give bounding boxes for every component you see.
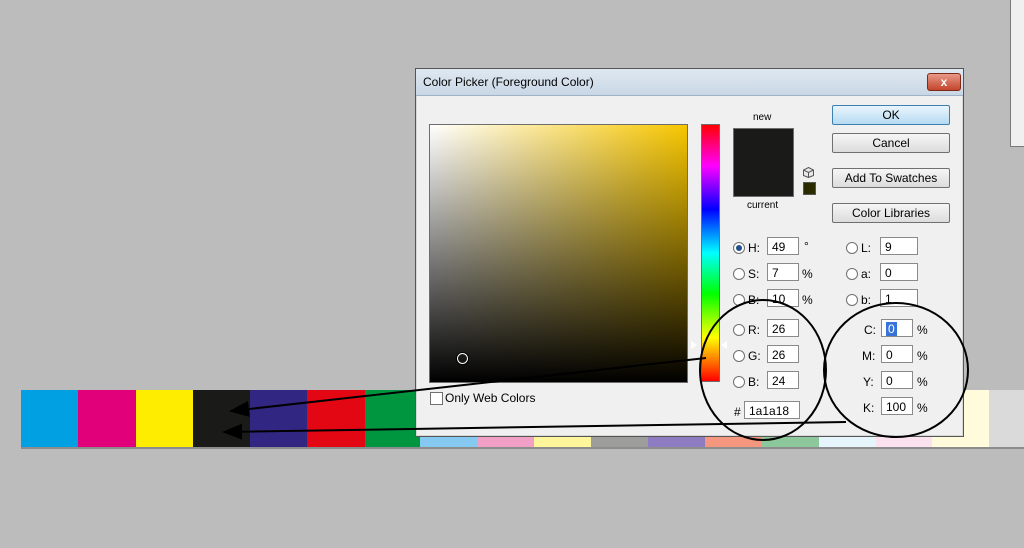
label-m: M: <box>862 349 876 363</box>
label-g: G: <box>748 349 761 363</box>
unit-m: % <box>917 349 928 363</box>
unit-k: % <box>917 401 928 415</box>
field-l[interactable]: 9 <box>880 237 918 255</box>
radio-s[interactable] <box>733 268 745 280</box>
field-g[interactable]: 26 <box>767 345 799 363</box>
field-m[interactable]: 0 <box>881 345 913 363</box>
field-brightness[interactable]: 10 <box>767 289 799 307</box>
label-y: Y: <box>863 375 874 389</box>
field-lab-b[interactable]: 1 <box>880 289 918 307</box>
radio-lab-b[interactable] <box>846 294 858 306</box>
unit-h: ° <box>804 239 809 253</box>
swatch-right-2 <box>989 390 1024 448</box>
close-button[interactable]: x <box>927 73 961 91</box>
label-h: H: <box>748 241 760 255</box>
current-color-label: current <box>747 200 779 211</box>
swatch-top-1 <box>21 390 79 448</box>
label-blue: B: <box>748 375 760 389</box>
swatch-top-4 <box>192 390 251 448</box>
field-h[interactable]: 49 <box>767 237 799 255</box>
field-r[interactable]: 26 <box>767 319 799 337</box>
color-picker-dialog: Color Picker (Foreground Color) x new cu… <box>415 68 964 437</box>
label-r: R: <box>748 323 760 337</box>
field-c[interactable]: 0 <box>881 319 913 337</box>
swatch-strip-shadow <box>21 447 1024 449</box>
dialog-titlebar[interactable]: Color Picker (Foreground Color) x <box>416 69 963 96</box>
slider-left-arrow-icon[interactable] <box>691 341 697 349</box>
only-web-colors-checkbox[interactable] <box>430 392 443 405</box>
unit-c: % <box>917 323 928 337</box>
add-to-swatches-button[interactable]: Add To Swatches <box>832 168 950 188</box>
radio-g[interactable] <box>733 350 745 362</box>
ok-button[interactable]: OK <box>832 105 950 125</box>
radio-brightness[interactable] <box>733 294 745 306</box>
hex-prefix-label: # <box>734 405 741 419</box>
current-color-swatch[interactable] <box>733 162 794 197</box>
cancel-button[interactable]: Cancel <box>832 133 950 153</box>
new-color-label: new <box>753 112 772 123</box>
radio-a[interactable] <box>846 268 858 280</box>
field-y[interactable]: 0 <box>881 371 913 389</box>
field-c-selected-text: 0 <box>886 322 897 336</box>
new-color-swatch <box>733 128 794 163</box>
label-brightness: B: <box>748 293 760 307</box>
label-a: a: <box>861 267 872 281</box>
swatch-top-3 <box>135 390 193 448</box>
hex-field[interactable]: 1a1a18 <box>744 401 800 419</box>
field-a[interactable]: 0 <box>880 263 918 281</box>
radio-h[interactable] <box>733 242 745 254</box>
saturation-brightness-field[interactable] <box>429 124 688 383</box>
swatch-top-2 <box>78 390 136 448</box>
swatch-strip-top <box>21 390 423 448</box>
radio-l[interactable] <box>846 242 858 254</box>
hue-slider[interactable] <box>701 124 720 382</box>
field-k[interactable]: 100 <box>881 397 913 415</box>
label-lab-b: b: <box>861 293 872 307</box>
label-k: K: <box>863 401 875 415</box>
background-panel-fragment <box>1010 0 1024 147</box>
dialog-title: Color Picker (Foreground Color) <box>423 75 594 89</box>
slider-right-arrow-icon[interactable] <box>721 341 727 349</box>
unit-brightness: % <box>802 293 813 307</box>
radio-r[interactable] <box>733 324 745 336</box>
gamut-cube-icon[interactable] <box>803 167 814 178</box>
unit-y: % <box>917 375 928 389</box>
web-safe-color-swatch[interactable] <box>803 182 816 195</box>
color-marker-icon[interactable] <box>457 353 468 364</box>
swatch-top-6 <box>307 390 365 448</box>
close-icon: x <box>940 75 948 89</box>
label-c: C: <box>864 323 876 337</box>
field-blue[interactable]: 24 <box>767 371 799 389</box>
swatch-top-5 <box>250 390 308 448</box>
unit-s: % <box>802 267 813 281</box>
label-l: L: <box>861 241 872 255</box>
field-s[interactable]: 7 <box>767 263 799 281</box>
swatch-top-7 <box>364 390 423 448</box>
label-s: S: <box>748 267 760 281</box>
color-libraries-button[interactable]: Color Libraries <box>832 203 950 223</box>
only-web-colors-label: Only Web Colors <box>445 391 536 405</box>
radio-blue[interactable] <box>733 376 745 388</box>
